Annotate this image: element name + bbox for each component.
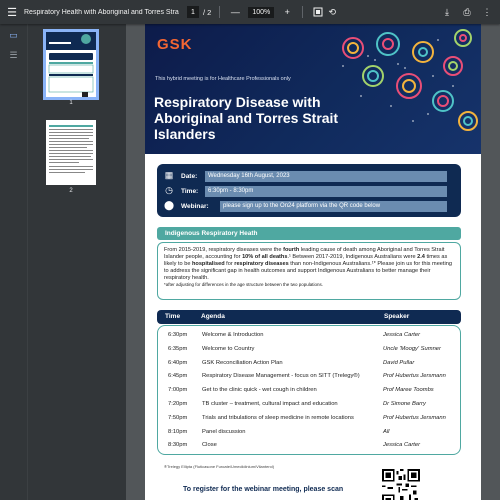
paragraph-footnote: *after adjusting for differences in the … — [164, 282, 324, 287]
qr-code-image[interactable] — [382, 469, 420, 500]
outline-icon[interactable]: ☰ — [7, 50, 21, 64]
agenda-row: 6:45pm Respiratory Disease Management - f… — [158, 371, 462, 383]
agenda-col-speaker: Speaker — [384, 313, 410, 320]
toolbar-divider — [219, 6, 221, 18]
agenda-row: 6:40pm GSK Reconciliation Action Plan Davi… — [158, 358, 462, 370]
gsk-logo: GSK — [157, 36, 193, 53]
agenda-item: Respiratory Disease Management - focus o… — [202, 373, 360, 380]
page-navigation: 1 / 2 — [187, 6, 211, 18]
pdf-page: GSK This hybrid meeting is for Healthcar… — [145, 24, 481, 500]
agenda-time: 6:40pm — [168, 359, 188, 366]
agenda-table: 6:30pm Welcome & Introduction Jessica Cart… — [157, 325, 461, 455]
more-icon[interactable]: ⋮ — [480, 5, 494, 19]
download-icon[interactable]: ⤓ — [440, 5, 454, 19]
agenda-speaker: All — [383, 428, 390, 435]
agenda-header: Time Agenda Speaker — [157, 310, 461, 324]
webinar-row: ⬤ Webinar: — [163, 200, 209, 212]
intro-paragraph: From 2015-2019, respiratory diseases wer… — [157, 242, 461, 300]
date-row: ▦ Date: — [163, 170, 198, 182]
agenda-speaker: Prof Hubertus Jersmann — [383, 373, 446, 380]
trelegy-footnote: ®Trelegy Ellipta (Fluticasone Furoate/Um… — [164, 464, 275, 469]
page-thumbnail-2[interactable] — [46, 120, 96, 185]
agenda-item: Welcome & Introduction — [202, 332, 264, 338]
agenda-time: 6:35pm — [168, 345, 188, 352]
agenda-speaker: David Pullar — [383, 359, 415, 366]
zoom-controls: — 100% + — [228, 5, 294, 19]
agenda-item: Panel discussion — [202, 428, 246, 435]
hero-banner: GSK This hybrid meeting is for Healthcar… — [145, 24, 481, 154]
thumbnail-sidebar: ▭ ☰ 1 2 — [0, 24, 126, 500]
agenda-col-time: Time — [165, 313, 181, 320]
section-heading: Indigenous Respiratory Heath — [157, 227, 461, 240]
agenda-speaker: Uncle 'Moogy' Sumner — [383, 345, 441, 352]
toolbar-divider — [302, 6, 304, 18]
zoom-level-input[interactable]: 100% — [248, 6, 275, 18]
zoom-in-button[interactable]: + — [280, 5, 294, 19]
date-value: Wednesday 16th August, 2023 — [205, 171, 447, 182]
page-thumbnail-1[interactable] — [43, 29, 99, 100]
agenda-row: 8:30pm Close Jessica Carter — [158, 440, 462, 452]
time-row: ◷ Time: — [163, 185, 198, 197]
print-icon[interactable]: ⎙ — [460, 5, 474, 19]
agenda-speaker: Prof Hubertus Jersmann — [383, 414, 446, 421]
agenda-speaker: Jessica Carter — [383, 332, 421, 338]
hcp-notice: This hybrid meeting is for Healthcare Pr… — [155, 76, 291, 82]
webinar-label: Webinar: — [181, 202, 209, 210]
agenda-time: 6:45pm — [168, 373, 188, 380]
time-label: Time: — [181, 187, 199, 195]
clock-icon: ◷ — [165, 185, 173, 195]
indigenous-artwork-image — [342, 29, 478, 131]
zoom-out-button[interactable]: — — [228, 5, 242, 19]
agenda-time: 7:20pm — [168, 401, 188, 407]
menu-icon[interactable]: ☰ — [0, 6, 24, 19]
register-text: To register for the webinar meeting, ple… — [183, 486, 344, 493]
rotate-icon[interactable]: ⟲ — [325, 5, 339, 19]
agenda-speaker: Prof Maree Toombs — [383, 387, 434, 394]
page-total: / 2 — [203, 7, 212, 17]
date-label: Date: — [181, 172, 198, 180]
agenda-time: 7:00pm — [168, 387, 188, 394]
page-number-input[interactable]: 1 — [187, 6, 199, 18]
agenda-row: 6:30pm Welcome & Introduction Jessica Cart… — [158, 330, 462, 342]
agenda-row: 7:20pm TB cluster – treatment, cultural i… — [158, 399, 462, 411]
webinar-value: please sign up to the On24 platform via … — [220, 201, 447, 212]
thumbnail-label: 2 — [69, 188, 73, 194]
document-title: Respiratory Health with Aboriginal and T… — [24, 8, 179, 16]
pdf-toolbar: ☰ Respiratory Health with Aboriginal and… — [0, 0, 500, 24]
agenda-time: 6:30pm — [168, 332, 188, 338]
agenda-row: 6:35pm Welcome to Country Uncle 'Moogy' Su… — [158, 344, 462, 356]
thumbnails-icon[interactable]: ▭ — [7, 30, 21, 44]
agenda-row: 7:50pm Trials and tribulations of sleep m… — [158, 413, 462, 425]
agenda-item: Get to the clinic quick - wet cough in c… — [202, 387, 317, 394]
agenda-time: 7:50pm — [168, 414, 188, 421]
calendar-icon: ▦ — [164, 170, 174, 180]
thumbnail-label: 1 — [69, 100, 73, 106]
time-value: 6:30pm - 8:30pm — [205, 186, 447, 197]
agenda-item: Close — [202, 442, 217, 449]
agenda-time: 8:10pm — [168, 428, 188, 435]
agenda-item: Trials and tribulations of sleep medicin… — [202, 414, 354, 421]
fit-page-icon[interactable] — [311, 5, 325, 19]
agenda-row: 7:00pm Get to the clinic quick - wet coug… — [158, 385, 462, 397]
agenda-item: Welcome to Country — [202, 345, 255, 352]
agenda-speaker: Dr Simone Barry — [383, 401, 426, 407]
agenda-speaker: Jessica Carter — [383, 442, 421, 449]
agenda-item: GSK Reconciliation Action Plan — [202, 359, 283, 366]
location-pin-icon: ⬤ — [163, 200, 175, 210]
event-details: ▦ Date: Wednesday 16th August, 2023 ◷ Ti… — [157, 164, 461, 217]
sidebar-tabs: ▭ ☰ — [0, 24, 28, 500]
agenda-col-agenda: Agenda — [201, 313, 225, 320]
agenda-time: 8:30pm — [168, 442, 188, 449]
agenda-row: 8:10pm Panel discussion All — [158, 427, 462, 439]
agenda-item: TB cluster – treatment, cultural impact … — [202, 401, 338, 407]
